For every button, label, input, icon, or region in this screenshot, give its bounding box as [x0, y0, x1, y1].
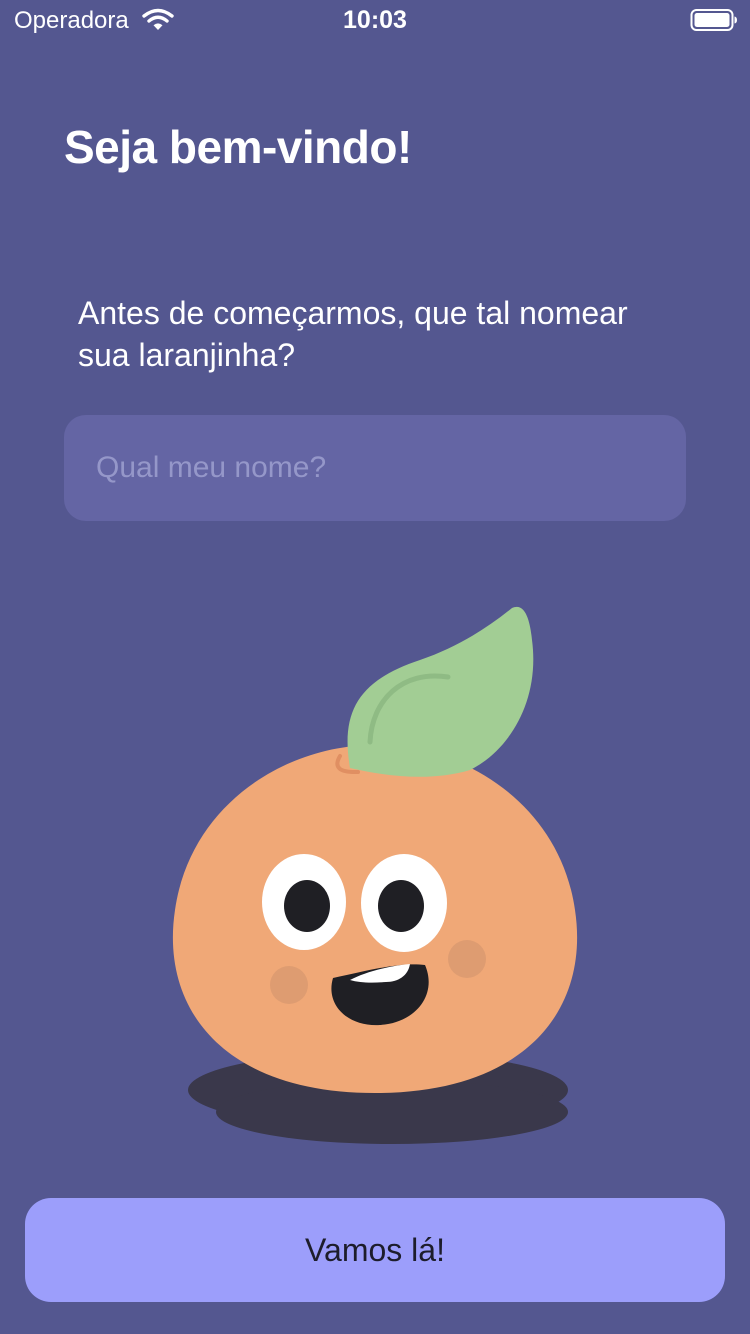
- right-cheek: [448, 940, 486, 978]
- name-prompt: Antes de começarmos, que tal nomear sua …: [78, 295, 628, 373]
- orange-mascot-illustration: [172, 606, 578, 1144]
- page-title: Seja bem-vindo!: [64, 121, 412, 173]
- left-eye: [262, 854, 346, 950]
- lets-go-button[interactable]: Vamos lá!: [25, 1198, 725, 1302]
- status-bar: Operadora 10:03: [0, 0, 750, 40]
- onboarding-screen: Operadora 10:03 Seja bem-vindo! Antes de…: [0, 0, 750, 1334]
- right-eye: [361, 854, 447, 952]
- leaf-icon: [347, 606, 534, 777]
- orange-name-input[interactable]: [64, 415, 686, 521]
- left-cheek: [270, 966, 308, 1004]
- status-time: 10:03: [343, 6, 407, 34]
- battery-icon: [690, 9, 737, 31]
